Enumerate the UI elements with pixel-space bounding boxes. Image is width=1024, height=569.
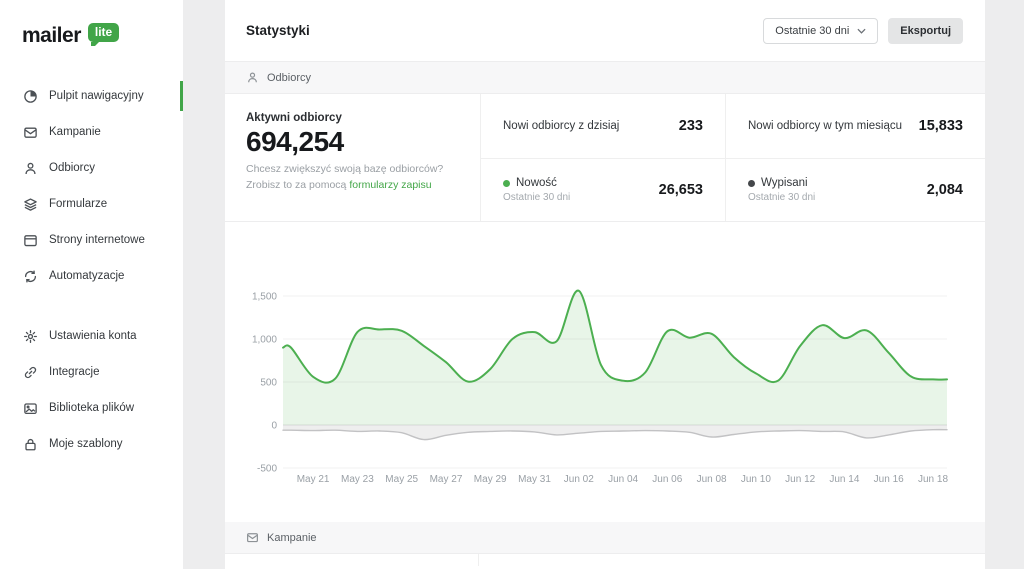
date-range-value: Ostatnie 30 dni (775, 25, 849, 37)
svg-text:Jun 18: Jun 18 (918, 474, 948, 485)
stat-new-this-month: Nowi odbiorcy w tym miesiącu 15,833 (725, 94, 985, 158)
sidebar-item-file-library[interactable]: Biblioteka plików (0, 390, 183, 426)
stat-label: Nowi odbiorcy z dzisiaj (503, 120, 619, 132)
stat-new-today: Nowi odbiorcy z dzisiaj 233 (480, 94, 725, 158)
gear-icon (23, 329, 38, 344)
envelope-icon (23, 125, 38, 140)
green-dot-icon (503, 180, 510, 187)
svg-text:Jun 04: Jun 04 (608, 474, 638, 485)
page-header: Statystyki Ostatnie 30 dni Eksportuj (225, 0, 985, 62)
svg-text:Jun 06: Jun 06 (652, 474, 682, 485)
svg-text:Jun 10: Jun 10 (741, 474, 771, 485)
section-header-subscribers: Odbiorcy (225, 62, 985, 94)
svg-text:Jun 02: Jun 02 (564, 474, 594, 485)
stat-sublabel: Ostatnie 30 dni (503, 192, 570, 203)
stat-value: 15,833 (919, 118, 963, 134)
stat-label: Wypisani (761, 177, 808, 189)
stat-label: Aktywni odbiorcy (246, 112, 456, 124)
link-icon (23, 365, 38, 380)
date-range-dropdown[interactable]: Ostatnie 30 dni (763, 18, 878, 44)
dark-dot-icon (748, 180, 755, 187)
stat-label: Nowi odbiorcy w tym miesiącu (748, 120, 902, 132)
svg-text:May 21: May 21 (297, 474, 330, 485)
sidebar-item-subscribers[interactable]: Odbiorcy (0, 150, 183, 186)
stat-new-30-days: Nowość Ostatnie 30 dni 26,653 (480, 158, 725, 221)
sidebar-item-integrations[interactable]: Integracje (0, 354, 183, 390)
subscribers-chart-svg[interactable]: 1,500 1,000 500 0 -500 May 21 May 23 May 25 May … (225, 222, 985, 512)
logo-lite-badge: lite (88, 23, 119, 42)
sidebar-item-label: Biblioteka plików (49, 402, 134, 414)
sidebar-secondary-nav: Ustawienia konta Integracje Biblioteka p… (0, 318, 183, 462)
stat-value: 233 (679, 118, 703, 134)
stat-value: 2,084 (927, 182, 963, 198)
section-title: Odbiorcy (267, 72, 311, 84)
svg-text:-500: -500 (257, 464, 277, 475)
sidebar-item-dashboard[interactable]: Pulpit nawigacyjny (0, 78, 183, 114)
person-icon (23, 161, 38, 176)
sync-arrows-icon (23, 269, 38, 284)
page-title: Statystyki (246, 23, 310, 38)
sidebar-item-label: Automatyzacje (49, 270, 124, 282)
logo-wordmark: mailer (22, 24, 81, 48)
signup-forms-link[interactable]: formularzy zapisu (349, 179, 431, 191)
stat-unsubscribed-30-days: Wypisani Ostatnie 30 dni 2,084 (725, 158, 985, 221)
browser-window-icon (23, 233, 38, 248)
svg-text:Jun 08: Jun 08 (697, 474, 727, 485)
lock-icon (23, 437, 38, 452)
sidebar-item-label: Ustawienia konta (49, 330, 137, 342)
section-title: Kampanie (267, 532, 317, 544)
sidebar-item-websites[interactable]: Strony internetowe (0, 222, 183, 258)
stat-hint: Chcesz zwiększyć swoją bazę odbiorców? Z… (246, 162, 456, 194)
sidebar-item-my-templates[interactable]: Moje szablony (0, 426, 183, 462)
stat-label: Nowość (516, 177, 557, 189)
layers-icon (23, 197, 38, 212)
stat-active-subscribers: Aktywni odbiorcy 694,254 Chcesz zwiększy… (225, 94, 480, 221)
sidebar-item-label: Moje szablony (49, 438, 123, 450)
image-icon (23, 401, 38, 416)
campaigns-stats-partial (225, 554, 985, 566)
sidebar-item-automations[interactable]: Automatyzacje (0, 258, 183, 294)
svg-text:Jun 12: Jun 12 (785, 474, 815, 485)
svg-text:0: 0 (271, 421, 277, 432)
export-button[interactable]: Eksportuj (888, 18, 963, 44)
svg-text:500: 500 (260, 378, 277, 389)
svg-text:1,000: 1,000 (252, 335, 277, 346)
svg-text:May 31: May 31 (518, 474, 551, 485)
sidebar-item-label: Odbiorcy (49, 162, 95, 174)
svg-text:1,500: 1,500 (252, 292, 277, 303)
sidebar-item-label: Kampanie (49, 126, 101, 138)
legend-entry: Nowość (503, 177, 570, 189)
subscribers-chart: 1,500 1,000 500 0 -500 May 21 May 23 May 25 May … (225, 222, 985, 522)
svg-text:Jun 14: Jun 14 (829, 474, 859, 485)
svg-text:May 25: May 25 (385, 474, 418, 485)
svg-text:May 27: May 27 (430, 474, 463, 485)
sidebar-item-label: Integracje (49, 366, 100, 378)
sidebar-item-label: Strony internetowe (49, 234, 145, 246)
main-panel: Statystyki Ostatnie 30 dni Eksportuj Odb… (225, 0, 985, 569)
sidebar-item-label: Formularze (49, 198, 107, 210)
envelope-icon (246, 531, 259, 544)
section-header-campaigns: Kampanie (225, 522, 985, 554)
sidebar-primary-nav: Pulpit nawigacyjny Kampanie Odbiorcy For… (0, 78, 183, 294)
sidebar-item-forms[interactable]: Formularze (0, 186, 183, 222)
gauge-icon (23, 89, 38, 104)
legend-entry: Wypisani (748, 177, 815, 189)
campaigns-stat-cell (225, 554, 479, 566)
sidebar-item-label: Pulpit nawigacyjny (49, 90, 144, 102)
svg-text:Jun 16: Jun 16 (874, 474, 904, 485)
header-controls: Ostatnie 30 dni Eksportuj (763, 18, 963, 44)
sidebar-item-account-settings[interactable]: Ustawienia konta (0, 318, 183, 354)
person-icon (246, 71, 259, 84)
mailerlite-logo[interactable]: mailer lite (0, 0, 183, 66)
subscriber-stats-grid: Aktywni odbiorcy 694,254 Chcesz zwiększy… (225, 94, 985, 222)
chevron-down-icon (857, 28, 866, 34)
sidebar-item-campaigns[interactable]: Kampanie (0, 114, 183, 150)
active-subscribers-count: 694,254 (246, 126, 456, 158)
stat-value: 26,653 (659, 182, 703, 198)
sidebar: mailer lite Pulpit nawigacyjny Kampanie … (0, 0, 183, 569)
svg-text:May 29: May 29 (474, 474, 507, 485)
stat-sublabel: Ostatnie 30 dni (748, 192, 815, 203)
svg-text:May 23: May 23 (341, 474, 374, 485)
